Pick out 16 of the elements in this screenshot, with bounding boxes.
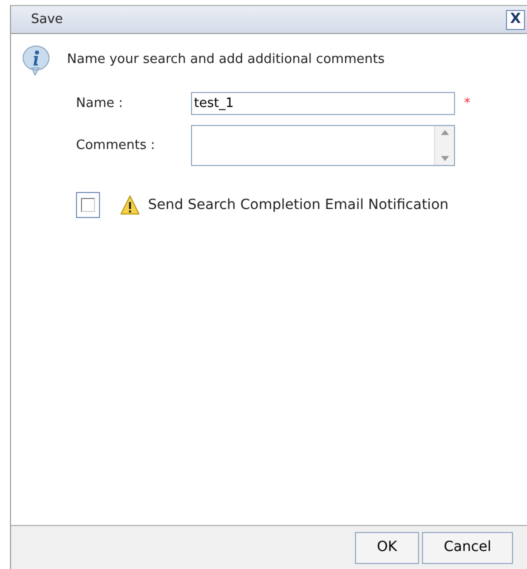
notification-checkbox[interactable] bbox=[76, 192, 100, 218]
window-title: Save bbox=[31, 10, 63, 29]
comments-field[interactable] bbox=[191, 125, 455, 166]
instruction-text: Name your search and add additional comments bbox=[67, 51, 385, 70]
scroll-up-icon[interactable] bbox=[440, 130, 448, 135]
field-label: Name : bbox=[76, 94, 124, 113]
ok-button[interactable]: OK bbox=[355, 532, 419, 564]
info-icon bbox=[21, 44, 51, 76]
close-button[interactable]: X bbox=[506, 10, 525, 30]
name-field[interactable]: test_1 bbox=[191, 92, 455, 115]
warning-icon bbox=[120, 195, 140, 215]
required-mark: * bbox=[464, 94, 470, 113]
cancel-button[interactable]: Cancel bbox=[422, 532, 513, 564]
field-label: Comments : bbox=[76, 136, 156, 155]
scroll-down-icon[interactable] bbox=[440, 156, 448, 161]
notification-label: Send Search Completion Email Notification bbox=[148, 196, 449, 214]
